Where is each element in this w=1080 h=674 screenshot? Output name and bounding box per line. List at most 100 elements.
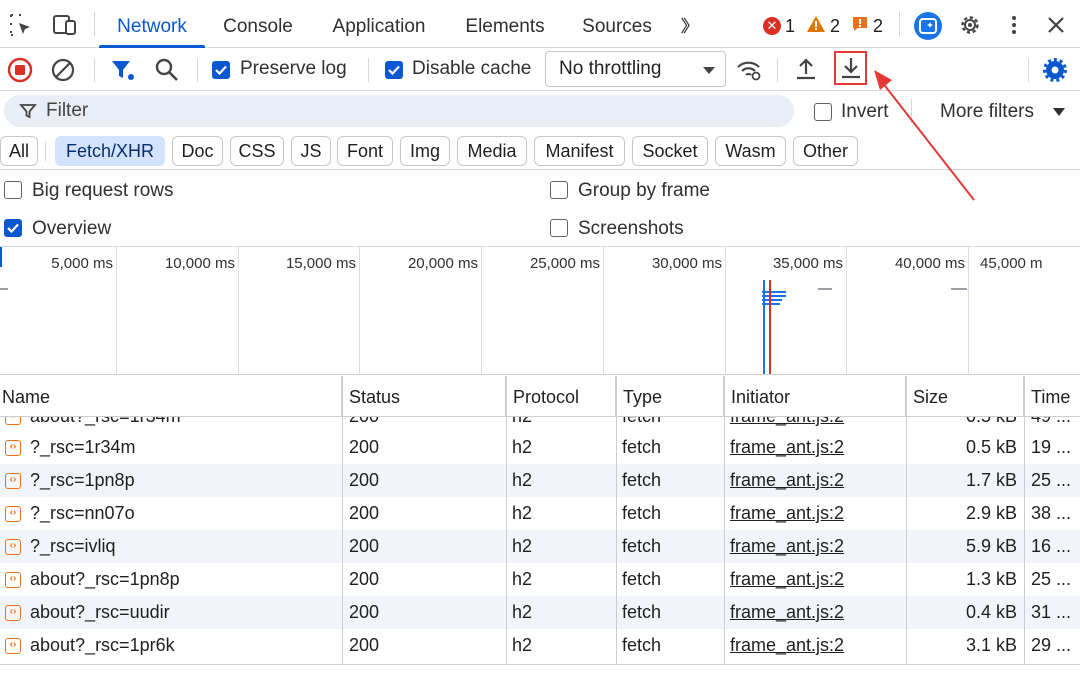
preserve-log-label[interactable]: Preserve log bbox=[240, 58, 347, 80]
group-by-frame-checkbox[interactable] bbox=[550, 181, 568, 199]
table-row[interactable]: ‹› about?_rsc=1pn8p 200 h2 fetch frame_ant.js… bbox=[0, 563, 1080, 596]
column-header-type[interactable]: Type bbox=[616, 376, 724, 417]
table-row[interactable]: ‹› ?_rsc=nn07o 200 h2 fetch frame_ant.js:2 2.9… bbox=[0, 497, 1080, 530]
cell-protocol: h2 bbox=[512, 503, 533, 523]
chip-all[interactable]: All bbox=[0, 136, 38, 166]
chip-fetch-xhr[interactable]: Fetch/XHR bbox=[55, 136, 165, 166]
fetch-request-icon: ‹› bbox=[5, 440, 21, 456]
more-tabs-chevron-icon[interactable]: 〉〉 bbox=[672, 0, 702, 48]
tab-application[interactable]: Application bbox=[315, 0, 443, 48]
clear-log-icon[interactable] bbox=[50, 57, 76, 88]
settings-gear-icon[interactable] bbox=[957, 12, 983, 38]
cell-name: about?_rsc=1pr6k bbox=[30, 635, 175, 655]
cell-type: fetch bbox=[622, 470, 662, 490]
cell-initiator-link[interactable]: frame_ant.js:2 bbox=[730, 431, 902, 464]
device-toolbar-icon[interactable] bbox=[51, 12, 77, 38]
column-header-status[interactable]: Status bbox=[342, 376, 506, 417]
overview-checkbox[interactable] bbox=[4, 219, 22, 237]
column-header-time[interactable]: Time bbox=[1024, 376, 1080, 417]
close-devtools-icon[interactable] bbox=[1043, 12, 1069, 38]
caret-down-icon bbox=[1053, 108, 1065, 116]
cell-name: about?_rsc=uudir bbox=[30, 602, 170, 622]
cell-initiator-link[interactable]: frame_ant.js:2 bbox=[730, 497, 902, 530]
filter-funnel-icon[interactable] bbox=[110, 58, 136, 87]
chip-media[interactable]: Media bbox=[457, 136, 527, 166]
warning-count-badge[interactable]: 2 bbox=[806, 14, 840, 38]
tab-elements[interactable]: Elements bbox=[451, 0, 559, 48]
tick-label: 20,000 ms bbox=[407, 255, 478, 272]
chip-other[interactable]: Other bbox=[793, 136, 858, 166]
ai-assistance-icon[interactable] bbox=[913, 11, 943, 41]
chip-wasm[interactable]: Wasm bbox=[715, 136, 786, 166]
cell-initiator-link[interactable]: frame_ant.js:2 bbox=[730, 530, 902, 563]
cell-initiator-link[interactable]: frame_ant.js:2 bbox=[730, 464, 902, 497]
network-settings-gear-icon[interactable] bbox=[1042, 57, 1068, 88]
tab-sources[interactable]: Sources bbox=[567, 0, 667, 48]
chip-js[interactable]: JS bbox=[291, 136, 331, 166]
chip-manifest[interactable]: Manifest bbox=[534, 136, 625, 166]
table-row[interactable]: ‹› ?_rsc=ivliq 200 h2 fetch frame_ant.js:2 5.9… bbox=[0, 530, 1080, 563]
disable-cache-checkbox[interactable] bbox=[385, 61, 403, 79]
preserve-log-checkbox[interactable] bbox=[212, 61, 230, 79]
network-conditions-wifi-icon[interactable] bbox=[735, 57, 763, 88]
network-overview-timeline[interactable]: 5,000 ms 10,000 ms 15,000 ms 20,000 ms 2… bbox=[0, 247, 1080, 375]
column-header-protocol[interactable]: Protocol bbox=[506, 376, 616, 417]
column-divider bbox=[506, 376, 507, 664]
chip-img[interactable]: Img bbox=[400, 136, 450, 166]
throttling-select[interactable]: No throttling bbox=[545, 51, 726, 87]
table-bottom-border bbox=[0, 664, 1080, 665]
column-header-name[interactable]: Name bbox=[0, 376, 342, 417]
big-request-rows-checkbox[interactable] bbox=[4, 181, 22, 199]
table-row[interactable]: ‹› ?_rsc=1r34m 200 h2 fetch frame_ant.js:2 0.5… bbox=[0, 431, 1080, 464]
table-row[interactable]: ‹› about?_rsc=1pr6k 200 h2 fetch frame_ant.js… bbox=[0, 629, 1080, 662]
tick-label: 15,000 ms bbox=[285, 255, 356, 272]
cell-initiator-link[interactable]: frame_ant.js:2 bbox=[730, 629, 902, 662]
cell-size: 0.4 kB bbox=[965, 602, 1017, 622]
cell-time: 25 ... bbox=[1031, 470, 1072, 490]
devtools-tab-bar: Network Console Application Elements Sou… bbox=[0, 0, 1080, 48]
table-row[interactable]: ‹› about?_rsc=uudir 200 h2 fetch frame_ant.js… bbox=[0, 596, 1080, 629]
search-icon[interactable] bbox=[154, 57, 180, 88]
disable-cache-label[interactable]: Disable cache bbox=[412, 58, 531, 80]
column-divider bbox=[724, 376, 725, 664]
tab-network[interactable]: Network bbox=[99, 0, 205, 48]
load-event-marker bbox=[769, 280, 771, 374]
more-options-kebab-icon[interactable] bbox=[1001, 12, 1027, 38]
cell-initiator-link[interactable]: frame_ant.js:2 bbox=[730, 596, 902, 629]
chip-font[interactable]: Font bbox=[337, 136, 393, 166]
column-header-initiator[interactable]: Initiator bbox=[724, 376, 906, 417]
throttling-value: No throttling bbox=[559, 58, 662, 79]
issues-count-badge[interactable]: 2 bbox=[851, 14, 883, 38]
tick-label: 35,000 ms bbox=[772, 255, 843, 272]
invert-checkbox[interactable] bbox=[814, 103, 832, 121]
dom-content-loaded-marker bbox=[763, 280, 765, 374]
column-divider bbox=[906, 376, 907, 664]
import-har-upload-icon[interactable] bbox=[793, 56, 819, 87]
chip-css[interactable]: CSS bbox=[230, 136, 284, 166]
group-by-frame-label[interactable]: Group by frame bbox=[578, 180, 710, 202]
column-divider bbox=[1024, 376, 1025, 664]
screenshots-checkbox[interactable] bbox=[550, 219, 568, 237]
column-header-size[interactable]: Size bbox=[906, 376, 1024, 417]
table-row[interactable]: ‹› ?_rsc=1pn8p 200 h2 fetch frame_ant.js:2 1.7… bbox=[0, 464, 1080, 497]
cell-name: ?_rsc=ivliq bbox=[30, 536, 116, 556]
grid-line bbox=[968, 247, 969, 374]
chip-socket[interactable]: Socket bbox=[632, 136, 708, 166]
overview-label[interactable]: Overview bbox=[32, 218, 111, 240]
screenshots-label[interactable]: Screenshots bbox=[578, 218, 684, 240]
column-divider bbox=[616, 376, 617, 664]
error-count: 1 bbox=[785, 15, 796, 36]
error-count-badge[interactable]: ✕ 1 bbox=[763, 14, 795, 38]
request-table-body: ‹› about?_rsc=1r34m 200 h2 fetch frame_a… bbox=[0, 417, 1080, 664]
big-request-rows-label[interactable]: Big request rows bbox=[32, 180, 174, 202]
tab-console[interactable]: Console bbox=[209, 0, 307, 48]
filter-input[interactable] bbox=[46, 95, 746, 127]
stop-recording-icon[interactable] bbox=[7, 57, 33, 88]
cell-status: 200 bbox=[349, 503, 380, 523]
fetch-request-icon: ‹› bbox=[5, 473, 21, 489]
inspect-element-icon[interactable] bbox=[8, 12, 34, 38]
issue-icon bbox=[851, 15, 869, 38]
cell-name: about?_rsc=1pn8p bbox=[30, 569, 180, 589]
chip-doc[interactable]: Doc bbox=[172, 136, 223, 166]
cell-initiator-link[interactable]: frame_ant.js:2 bbox=[730, 563, 902, 596]
